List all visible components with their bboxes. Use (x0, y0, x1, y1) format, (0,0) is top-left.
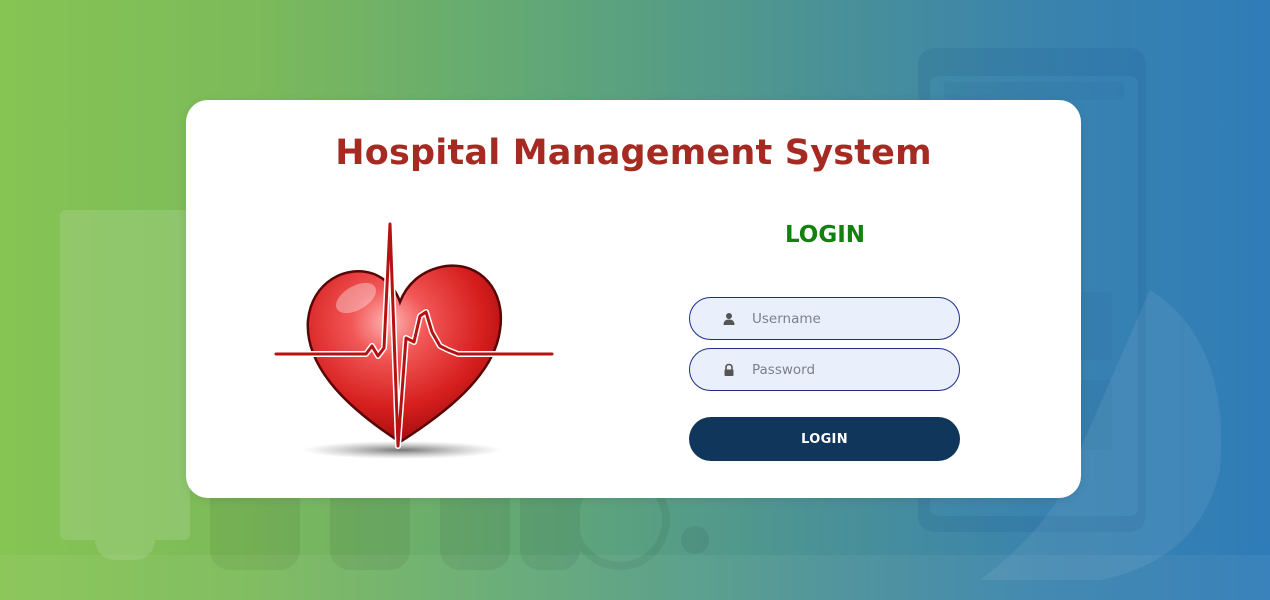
lock-icon (722, 362, 736, 376)
heart-ecg-icon (273, 220, 559, 465)
page-title: Hospital Management System (335, 133, 932, 173)
login-heading: LOGIN (784, 222, 866, 248)
login-button[interactable]: LOGIN (689, 417, 960, 461)
user-icon (722, 311, 736, 325)
username-field[interactable] (689, 297, 960, 340)
password-input[interactable] (752, 358, 942, 382)
username-input[interactable] (752, 307, 942, 331)
login-card: Hospital Management System LOGIN Usernam… (186, 100, 1081, 498)
password-field[interactable] (689, 348, 960, 391)
